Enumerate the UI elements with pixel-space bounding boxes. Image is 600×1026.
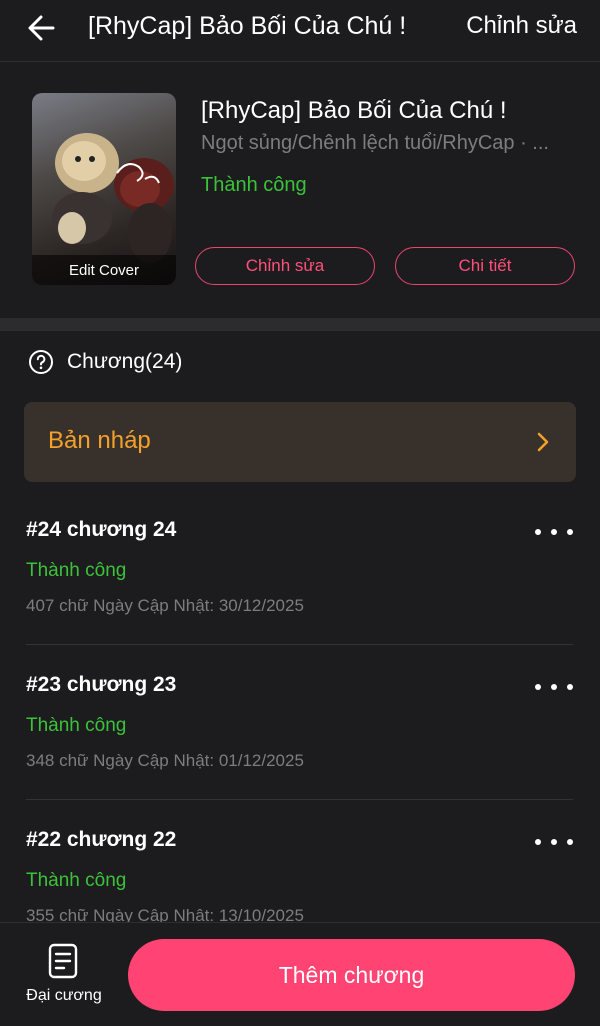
edit-cover-label: Edit Cover <box>32 255 176 285</box>
top-bar: [RhyCap] Bảo Bối Của Chú ! Chỉnh sửa <box>0 0 600 62</box>
add-chapter-button[interactable]: Thêm chương <box>128 939 575 1011</box>
outline-button[interactable]: Đại cương <box>14 941 114 1013</box>
arrow-left-icon <box>28 15 55 41</box>
outline-label: Đại cương <box>26 987 102 1004</box>
book-cover[interactable]: Edit Cover <box>32 93 176 285</box>
chapter-title: #22 chương 22 <box>26 828 177 851</box>
chapter-status: Thành công <box>26 715 127 736</box>
chapter-status: Thành công <box>26 870 127 891</box>
section-divider <box>0 318 600 331</box>
more-options-icon[interactable] <box>535 830 573 854</box>
drafts-label: Bản nháp <box>48 427 151 454</box>
chapter-row[interactable]: #23 chương 23 Thành công 348 chữ Ngày Cậ… <box>26 645 573 800</box>
book-status: Thành công <box>201 174 307 196</box>
book-tags: Ngọt sủng/Chênh lệch tuổi/RhyCap · ... <box>201 132 549 154</box>
chapter-row[interactable]: #22 chương 22 Thành công 355 chữ Ngày Cậ… <box>26 800 573 922</box>
book-title: [RhyCap] Bảo Bối Của Chú ! <box>201 97 507 124</box>
edit-book-button[interactable]: Chỉnh sửa <box>195 247 375 285</box>
chapter-title: #24 chương 24 <box>26 518 177 541</box>
chapters-count-label: Chương(24) <box>67 350 183 373</box>
chapter-title: #23 chương 23 <box>26 673 177 696</box>
document-list-icon <box>48 943 78 979</box>
book-detail-button[interactable]: Chi tiết <box>395 247 575 285</box>
chapter-status: Thành công <box>26 560 127 581</box>
chapter-meta: 355 chữ Ngày Cập Nhật: 13/10/2025 <box>26 906 304 922</box>
chapter-list: #24 chương 24 Thành công 407 chữ Ngày Cậ… <box>0 490 600 922</box>
chapter-meta: 348 chữ Ngày Cập Nhật: 01/12/2025 <box>26 751 304 770</box>
header-edit-button[interactable]: Chỉnh sửa <box>466 12 577 40</box>
back-button[interactable] <box>22 8 62 48</box>
more-options-icon[interactable] <box>535 675 573 699</box>
chapters-header: Chương(24) <box>28 345 182 379</box>
chapter-row[interactable]: #24 chương 24 Thành công 407 chữ Ngày Cậ… <box>26 490 573 645</box>
drafts-row[interactable]: Bản nháp <box>24 402 576 482</box>
bottom-bar: Đại cương Thêm chương <box>0 922 600 1026</box>
more-options-icon[interactable] <box>535 520 573 544</box>
question-circle-icon[interactable] <box>28 349 54 375</box>
chevron-right-icon <box>537 432 549 452</box>
chapter-meta: 407 chữ Ngày Cập Nhật: 30/12/2025 <box>26 596 304 615</box>
book-info: Edit Cover [RhyCap] Bảo Bối Của Chú ! Ng… <box>0 62 600 318</box>
page-title: [RhyCap] Bảo Bối Của Chú ! <box>88 12 407 40</box>
